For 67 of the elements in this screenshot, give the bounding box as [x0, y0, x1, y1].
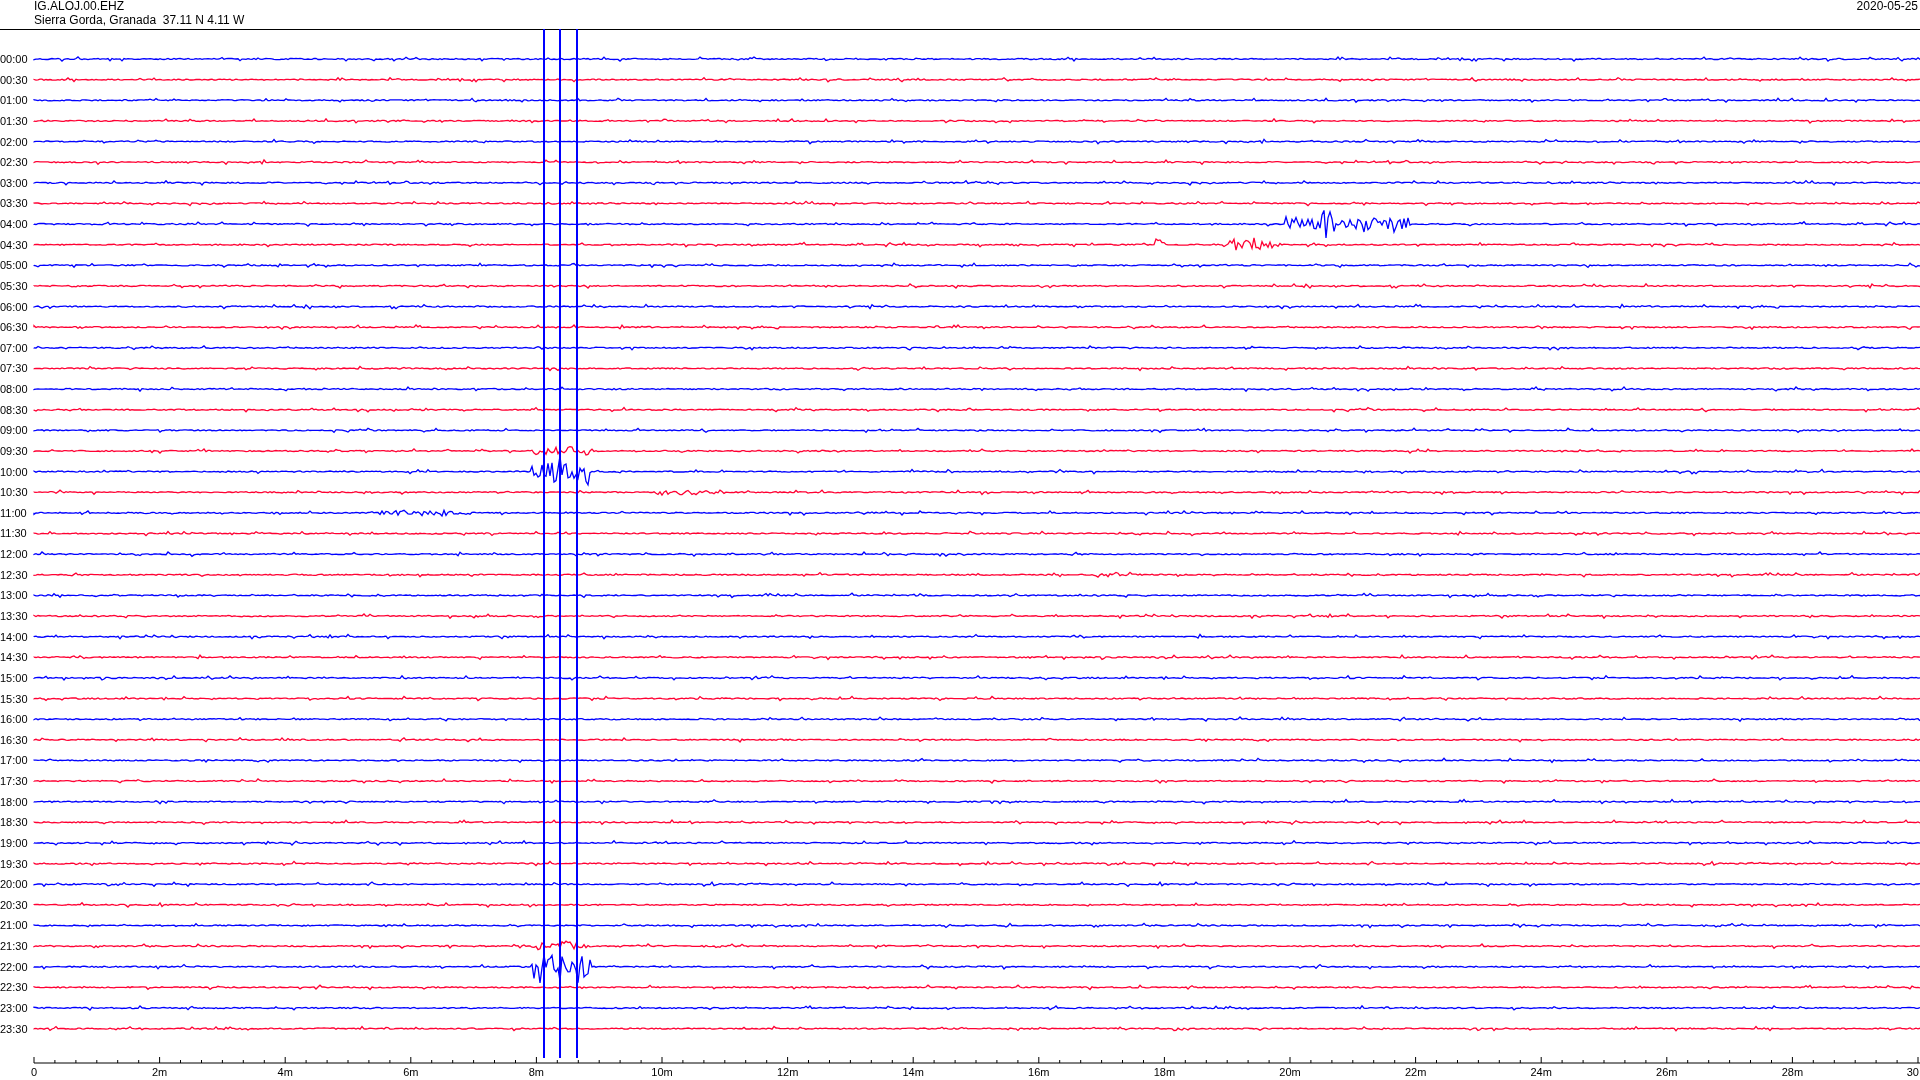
axis-tick-label: 2m — [151, 1066, 168, 1078]
row-time-label: 15:30 — [0, 692, 28, 705]
row-time-label: 05:30 — [0, 279, 28, 292]
row-time-label: 03:30 — [0, 197, 28, 210]
axis-tick-label: 18m — [1153, 1066, 1176, 1078]
row-time-label: 06:00 — [0, 300, 28, 313]
axis-tick-label: 0 — [30, 1066, 38, 1078]
axis-tick-label: 4m — [277, 1066, 293, 1078]
row-time-label: 16:30 — [0, 733, 28, 746]
row-time-label: 18:30 — [0, 816, 28, 829]
row-time-label: 02:00 — [0, 135, 28, 148]
row-time-label: 17:30 — [0, 775, 28, 788]
row-time-label: 17:00 — [0, 754, 28, 767]
axis-tick-label: 6m — [403, 1066, 419, 1078]
row-time-label: 03:00 — [0, 176, 28, 189]
row-time-label: 19:30 — [0, 857, 28, 870]
row-time-label: 01:30 — [0, 114, 28, 127]
row-time-label: 16:00 — [0, 713, 28, 726]
row-time-label: 04:30 — [0, 238, 28, 251]
axis-tick-label: 16m — [1028, 1066, 1050, 1078]
row-time-label: 10:00 — [0, 465, 28, 478]
record-date: 2020-05-25 — [1856, 0, 1918, 13]
row-time-label: 11:30 — [0, 527, 27, 540]
row-time-label: 14:00 — [0, 630, 28, 643]
row-time-label: 08:30 — [0, 403, 28, 416]
row-time-label: 02:30 — [0, 156, 28, 169]
row-time-label: 01:00 — [0, 94, 28, 107]
axis-tick-label: 22m — [1404, 1066, 1427, 1078]
station-location: Sierra Gorda, Granada 37.11 N 4.11 W — [34, 13, 245, 27]
row-time-label: 00:30 — [0, 73, 28, 86]
axis-tick-label: 30 — [1906, 1066, 1919, 1078]
row-time-label: 08:00 — [0, 383, 28, 396]
row-time-label: 11:00 — [0, 506, 27, 519]
row-time-label: 15:00 — [0, 671, 28, 684]
row-time-label: 04:00 — [0, 218, 28, 231]
axis-tick-label: 28m — [1781, 1066, 1804, 1078]
axis-tick-label: 10m — [651, 1066, 673, 1078]
row-time-label: 13:00 — [0, 589, 28, 602]
row-time-label: 19:00 — [0, 836, 28, 849]
row-time-label: 06:30 — [0, 321, 28, 334]
row-time-label: 23:00 — [0, 1002, 28, 1014]
row-time-label: 14:30 — [0, 651, 28, 664]
row-time-label: 07:30 — [0, 362, 28, 375]
axis-tick-label: 12m — [776, 1066, 799, 1078]
row-time-label: 12:00 — [0, 548, 28, 561]
axis-tick-label: 24m — [1530, 1066, 1552, 1078]
row-time-label: 18:00 — [0, 795, 28, 808]
row-time-label: 21:30 — [0, 940, 28, 953]
row-time-label: 20:00 — [0, 878, 28, 891]
axis-tick-label: 20m — [1279, 1066, 1301, 1078]
row-time-label: 22:30 — [0, 981, 28, 994]
row-time-label: 13:30 — [0, 610, 28, 622]
row-time-label: 07:00 — [0, 341, 28, 354]
axis-tick-label: 26m — [1656, 1066, 1678, 1078]
row-time-label: 21:00 — [0, 919, 28, 932]
row-time-label: 05:00 — [0, 259, 28, 272]
row-time-label: 10:30 — [0, 486, 28, 499]
row-time-label: 00:00 — [0, 53, 28, 65]
row-time-label: 09:30 — [0, 444, 28, 457]
row-time-label: 09:00 — [0, 424, 28, 437]
row-time-label: 22:00 — [0, 960, 28, 973]
station-code: IG.ALOJ.00.EHZ — [34, 0, 126, 13]
row-time-label: 23:30 — [0, 1022, 28, 1035]
row-time-label: 20:30 — [0, 898, 28, 911]
axis-tick-label: 8m — [528, 1066, 545, 1078]
axis-tick-label: 14m — [902, 1066, 924, 1078]
row-time-label: 12:30 — [0, 568, 28, 581]
